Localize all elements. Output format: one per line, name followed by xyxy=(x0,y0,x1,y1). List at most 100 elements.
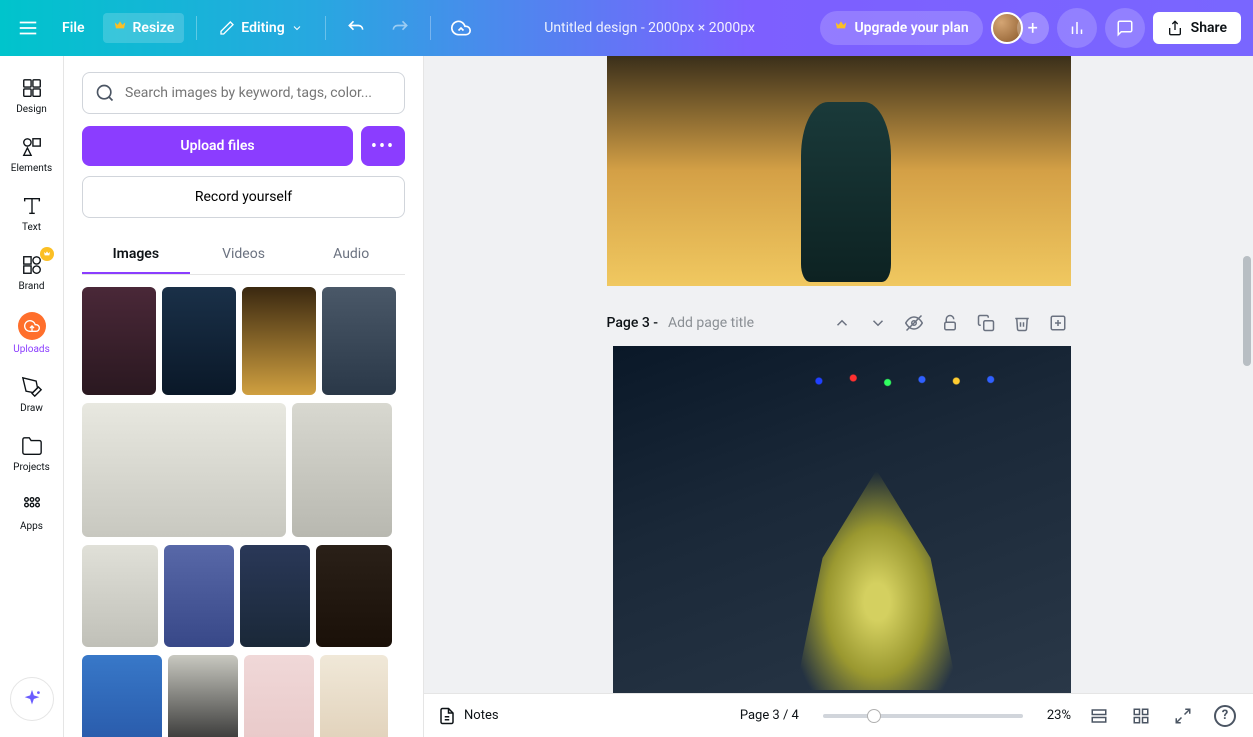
nav-label: Draw xyxy=(20,403,43,414)
uploads-icon xyxy=(18,312,46,340)
nav-label: Elements xyxy=(11,163,52,174)
side-panel: Upload files ••• Record yourself Images … xyxy=(64,56,424,737)
crown-icon xyxy=(834,19,848,37)
zoom-value[interactable]: 23% xyxy=(1047,708,1071,723)
upload-thumb[interactable] xyxy=(82,545,158,647)
comment-button[interactable] xyxy=(1105,8,1145,48)
scrollbar-thumb[interactable] xyxy=(1243,256,1251,366)
main-area: Design Elements Text Brand Uploads Draw … xyxy=(0,56,1253,737)
upload-thumb[interactable] xyxy=(82,403,286,537)
canvas-area: Page 3 - Add page title Notes Page 3 xyxy=(424,56,1253,737)
page-indicator[interactable]: Page 3 / 4 xyxy=(740,708,799,723)
upload-thumb[interactable] xyxy=(242,287,316,395)
media-tabs: Images Videos Audio xyxy=(82,236,405,275)
projects-icon xyxy=(20,434,44,458)
chevron-down-icon xyxy=(291,22,303,34)
tab-videos[interactable]: Videos xyxy=(190,236,298,274)
canvas-scrollbar[interactable] xyxy=(1243,116,1251,677)
nav-label: Design xyxy=(16,104,47,115)
canvas-scroll[interactable]: Page 3 - Add page title xyxy=(424,56,1253,737)
upgrade-button[interactable]: Upgrade your plan xyxy=(820,11,982,45)
upload-thumb[interactable] xyxy=(244,655,314,737)
design-icon xyxy=(20,76,44,100)
view-list-button[interactable] xyxy=(1085,702,1113,730)
menu-button[interactable] xyxy=(12,12,44,44)
nav-draw[interactable]: Draw xyxy=(4,367,60,422)
undo-button[interactable] xyxy=(338,10,374,46)
upload-thumb[interactable] xyxy=(320,655,388,737)
page-header: Page 3 - Add page title xyxy=(607,310,1071,336)
tab-images[interactable]: Images xyxy=(82,236,190,274)
page-delete-button[interactable] xyxy=(1009,310,1035,336)
vertical-nav: Design Elements Text Brand Uploads Draw … xyxy=(0,56,64,737)
nav-label: Apps xyxy=(20,521,43,532)
resize-button[interactable]: Resize xyxy=(103,13,185,43)
upload-thumb[interactable] xyxy=(82,655,162,737)
upload-files-button[interactable]: Upload files xyxy=(82,126,353,166)
nav-label: Brand xyxy=(18,281,44,292)
magic-button[interactable] xyxy=(10,677,54,721)
upload-thumb[interactable] xyxy=(322,287,396,395)
page-add-button[interactable] xyxy=(1045,310,1071,336)
editing-dropdown[interactable]: Editing xyxy=(209,14,312,42)
nav-projects[interactable]: Projects xyxy=(4,426,60,481)
fullscreen-button[interactable] xyxy=(1169,702,1197,730)
help-button[interactable]: ? xyxy=(1211,702,1239,730)
crown-badge-icon xyxy=(40,247,54,261)
share-icon xyxy=(1167,20,1183,36)
page-title-placeholder[interactable]: Add page title xyxy=(668,315,754,331)
separator xyxy=(430,16,431,40)
design-title[interactable]: Untitled design - 2000px × 2000px xyxy=(487,20,813,36)
record-yourself-button[interactable]: Record yourself xyxy=(82,176,405,218)
notes-button[interactable]: Notes xyxy=(438,707,499,725)
upgrade-label: Upgrade your plan xyxy=(854,20,968,36)
tab-audio[interactable]: Audio xyxy=(297,236,405,274)
nav-brand[interactable]: Brand xyxy=(4,245,60,300)
page-3-image[interactable] xyxy=(613,346,1071,700)
page-hide-button[interactable] xyxy=(901,310,927,336)
share-button[interactable]: Share xyxy=(1153,12,1241,44)
upload-thumb[interactable] xyxy=(316,545,392,647)
apps-icon xyxy=(20,493,44,517)
topbar: File Resize Editing Untitled design - 20… xyxy=(0,0,1253,56)
nav-design[interactable]: Design xyxy=(4,68,60,123)
search-icon xyxy=(95,83,115,103)
upload-thumb[interactable] xyxy=(82,287,156,395)
upload-more-button[interactable]: ••• xyxy=(361,126,405,166)
page-2-image[interactable] xyxy=(607,56,1071,286)
resize-label: Resize xyxy=(133,20,175,36)
zoom-slider[interactable] xyxy=(823,714,1023,718)
page-lock-button[interactable] xyxy=(937,310,963,336)
sparkle-icon xyxy=(21,688,43,710)
draw-icon xyxy=(20,375,44,399)
upload-thumb[interactable] xyxy=(164,545,234,647)
file-menu[interactable]: File xyxy=(52,14,95,42)
upload-thumb[interactable] xyxy=(292,403,392,537)
redo-button[interactable] xyxy=(382,10,418,46)
upload-thumb[interactable] xyxy=(162,287,236,395)
nav-uploads[interactable]: Uploads xyxy=(4,304,60,363)
separator xyxy=(196,16,197,40)
search-input[interactable] xyxy=(125,85,392,101)
upload-thumb[interactable] xyxy=(240,545,310,647)
pencil-icon xyxy=(219,20,235,36)
view-grid-button[interactable] xyxy=(1127,702,1155,730)
analytics-button[interactable] xyxy=(1057,8,1097,48)
page-down-button[interactable] xyxy=(865,310,891,336)
page-up-button[interactable] xyxy=(829,310,855,336)
crown-icon xyxy=(113,19,127,37)
help-icon: ? xyxy=(1214,705,1236,727)
nav-apps[interactable]: Apps xyxy=(4,485,60,540)
nav-text[interactable]: Text xyxy=(4,186,60,241)
zoom-slider-knob[interactable] xyxy=(867,709,881,723)
upload-thumb[interactable] xyxy=(168,655,238,737)
search-box[interactable] xyxy=(82,72,405,114)
share-label: Share xyxy=(1191,20,1227,36)
add-collaborator-button[interactable]: + xyxy=(1017,12,1049,44)
image-grid[interactable] xyxy=(82,287,405,737)
file-label: File xyxy=(62,20,85,36)
separator xyxy=(325,16,326,40)
nav-elements[interactable]: Elements xyxy=(4,127,60,182)
cloud-sync-button[interactable] xyxy=(443,10,479,46)
page-duplicate-button[interactable] xyxy=(973,310,999,336)
